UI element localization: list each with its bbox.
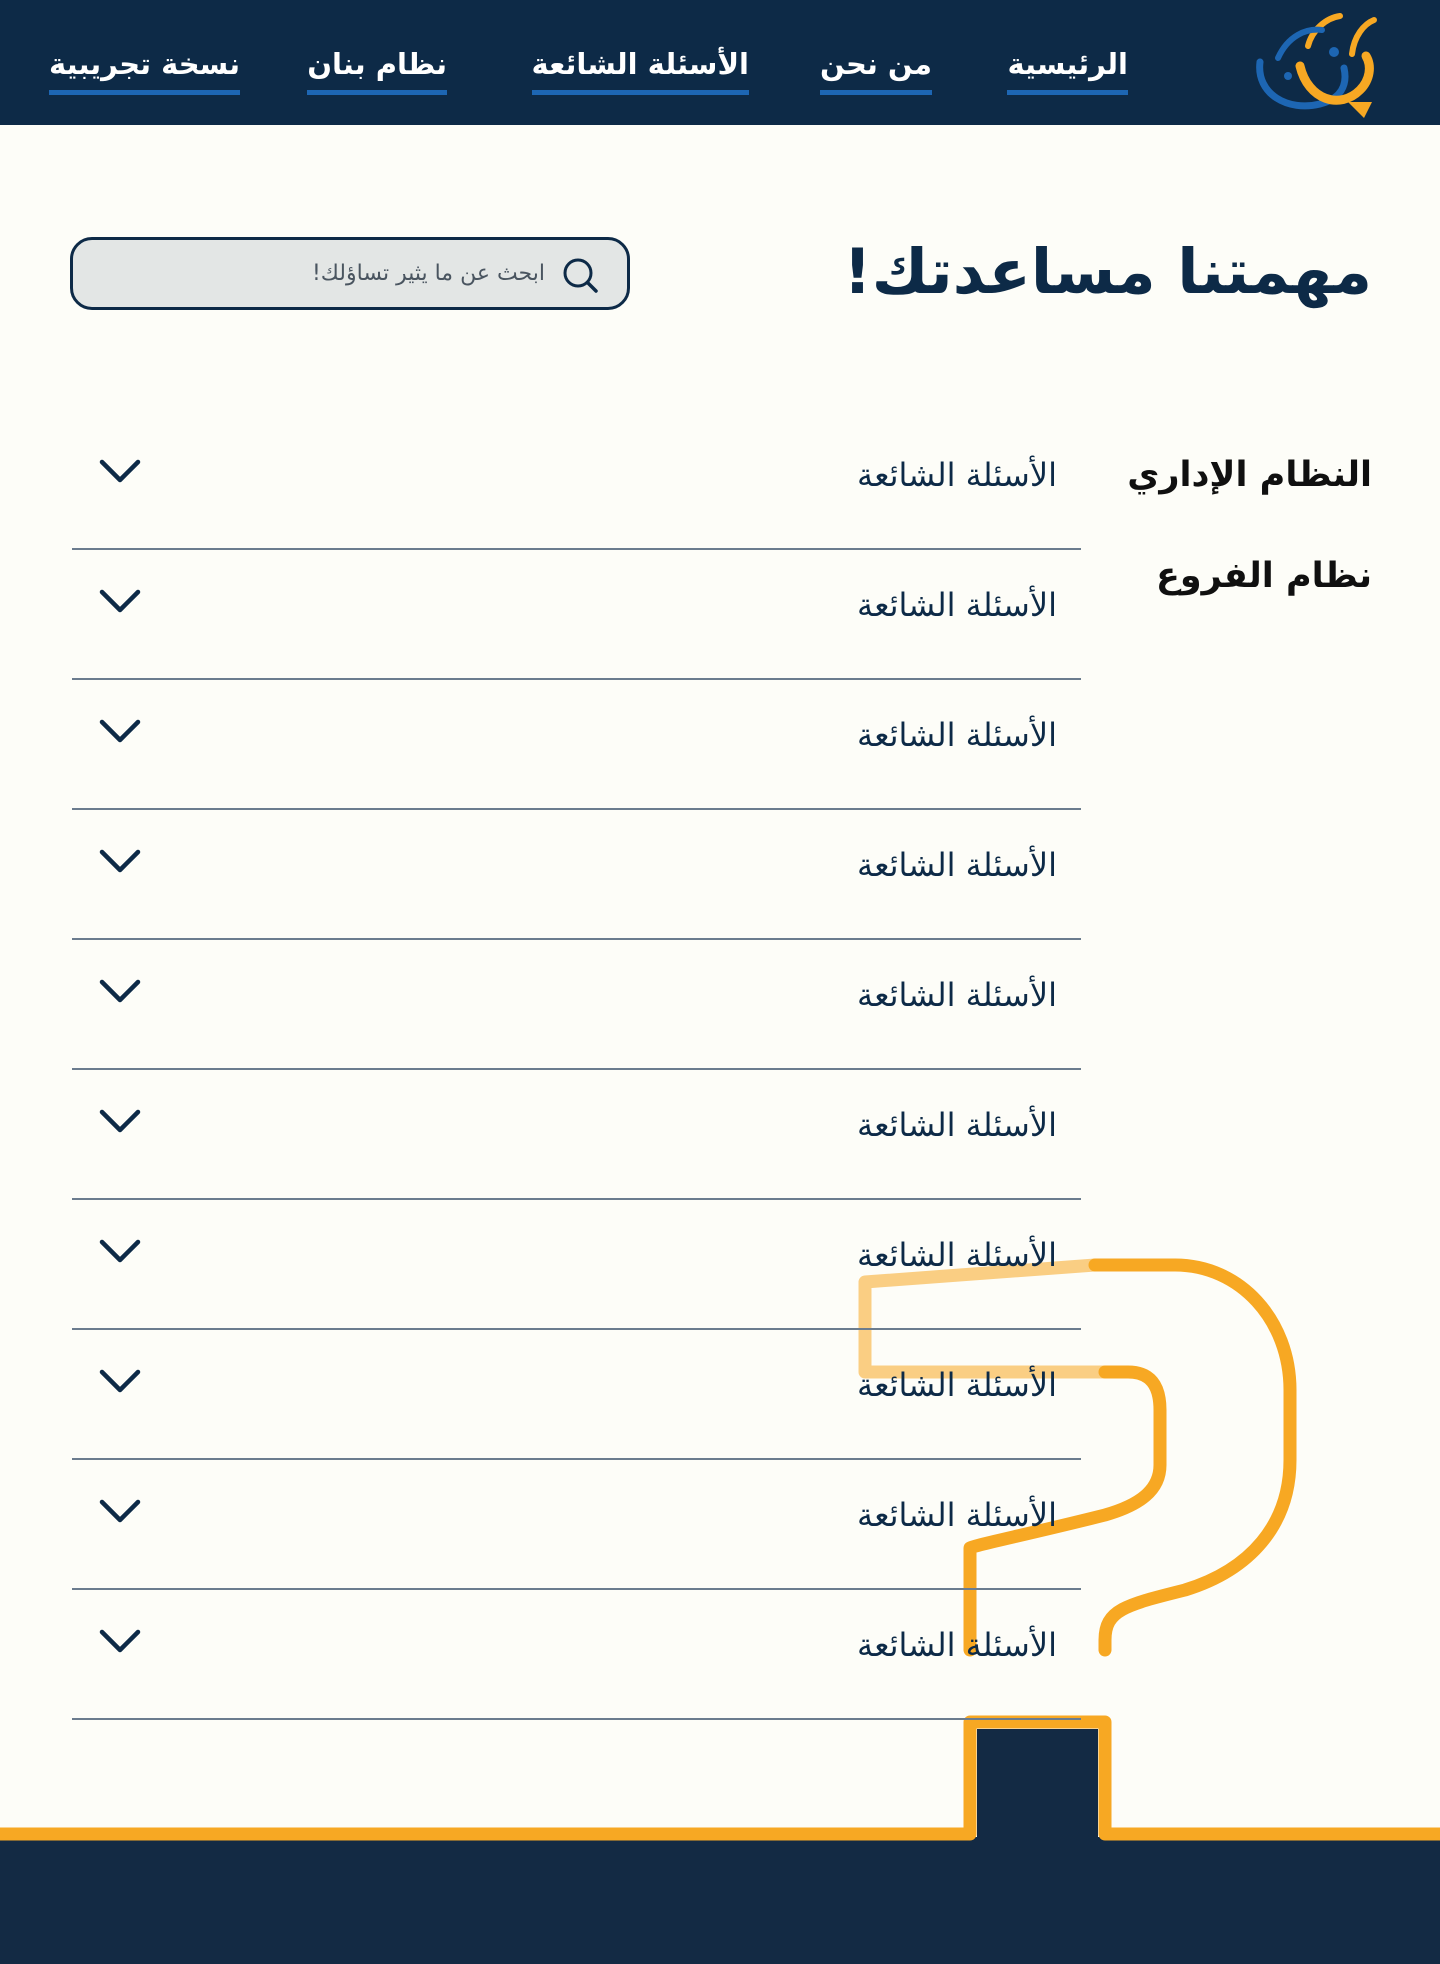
nav-link-trial-version[interactable]: نسخة تجريبية [49,44,240,95]
page-title: مهمتنا مساعدتك! [843,235,1372,308]
chevron-down-icon[interactable] [98,976,142,1006]
accordion-item-label: الأسئلة الشائعة [857,456,1057,494]
chevron-down-icon[interactable] [98,716,142,746]
category-admin-system[interactable]: النظام الإداري [1127,452,1372,498]
accordion-item-label: الأسئلة الشائعة [857,1236,1057,1274]
chevron-down-icon[interactable] [98,1496,142,1526]
chevron-down-icon[interactable] [98,1106,142,1136]
accordion-item[interactable]: الأسئلة الشائعة [72,1590,1081,1720]
accordion-item-label: الأسئلة الشائعة [857,716,1057,754]
logo-lettering [1256,13,1377,118]
nav-link-about[interactable]: من نحن [819,44,932,95]
chevron-down-icon[interactable] [98,586,142,616]
accordion-item-label: الأسئلة الشائعة [857,1496,1057,1534]
accordion-item-label: الأسئلة الشائعة [857,846,1057,884]
accordion-item[interactable]: الأسئلة الشائعة [72,940,1081,1070]
chevron-down-icon[interactable] [98,1236,142,1266]
accordion-item[interactable]: الأسئلة الشائعة [72,1200,1081,1330]
accordion-item-label: الأسئلة الشائعة [857,976,1057,1014]
top-navbar: الرئيسية من نحن الأسئلة الشائعة نظام بنا… [0,0,1440,125]
accordion-item[interactable]: الأسئلة الشائعة [72,1330,1081,1460]
accordion-item[interactable]: الأسئلة الشائعة [72,1070,1081,1200]
chevron-down-icon[interactable] [98,1626,142,1656]
search-input[interactable] [107,240,547,307]
banan-logo[interactable] [1248,6,1380,124]
accordion-item[interactable]: الأسئلة الشائعة [72,680,1081,810]
nav-link-home[interactable]: الرئيسية [1007,44,1128,95]
accordion-item-label: الأسئلة الشائعة [857,1626,1057,1664]
chevron-down-icon[interactable] [98,1366,142,1396]
search-icon[interactable] [561,256,599,294]
accordion-item[interactable]: الأسئلة الشائعة [72,1460,1081,1590]
chevron-down-icon[interactable] [98,456,142,486]
accordion-item[interactable]: الأسئلة الشائعة [72,420,1081,550]
accordion-item[interactable]: الأسئلة الشائعة [72,810,1081,940]
accordion-item-label: الأسئلة الشائعة [857,1106,1057,1144]
category-branches-system[interactable]: نظام الفروع [1156,553,1372,599]
chevron-down-icon[interactable] [98,846,142,876]
search-bar [70,237,630,310]
accordion-item-label: الأسئلة الشائعة [857,1366,1057,1404]
faq-accordion: الأسئلة الشائعة الأسئلة الشائعة الأسئلة … [72,420,1081,1720]
accordion-item-label: الأسئلة الشائعة [857,586,1057,624]
footer [0,1837,1440,1964]
nav-link-faq[interactable]: الأسئلة الشائعة [531,44,749,95]
accordion-item[interactable]: الأسئلة الشائعة [72,550,1081,680]
nav-link-banan-system[interactable]: نظام بنان [307,44,447,95]
